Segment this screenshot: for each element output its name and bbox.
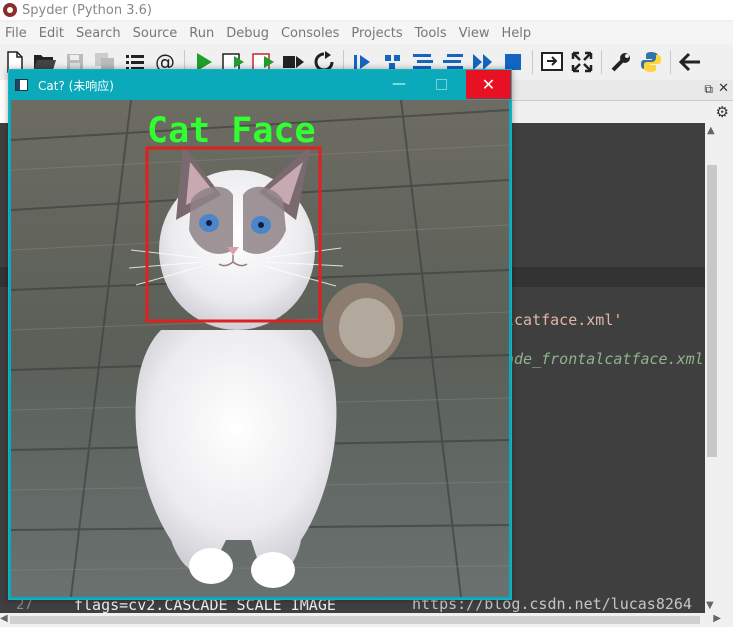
toolbar-separator (532, 50, 533, 74)
close-button[interactable]: ✕ (466, 70, 511, 99)
scroll-left-icon[interactable]: ◀ (0, 613, 8, 624)
window-title: Spyder (Python 3.6) (22, 2, 152, 18)
python-icon[interactable] (638, 49, 664, 75)
menu-run[interactable]: Run (183, 26, 220, 41)
scroll-thumb[interactable] (707, 165, 717, 457)
menu-view[interactable]: View (453, 26, 496, 41)
menu-projects[interactable]: Projects (345, 26, 408, 41)
menubar: File Edit Search Source Run Debug Consol… (0, 22, 733, 44)
cat-image: Cat Face (11, 100, 509, 597)
scroll-down-icon[interactable]: ▼ (706, 600, 714, 611)
scroll-right-icon[interactable]: ▶ (713, 613, 721, 624)
code-line: ade_frontalcatface.xml (505, 350, 704, 368)
toolbar-separator (670, 50, 671, 74)
maximize-icon (435, 78, 447, 90)
menu-debug[interactable]: Debug (220, 26, 275, 41)
fullscreen-icon[interactable] (569, 49, 595, 75)
code-line: lcatface.xml' (505, 311, 623, 329)
main-titlebar: Spyder (Python 3.6) (0, 0, 733, 20)
menu-source[interactable]: Source (127, 26, 184, 41)
window-icon (15, 79, 28, 91)
menu-tools[interactable]: Tools (409, 26, 453, 41)
detection-label: Cat Face (147, 111, 316, 151)
menu-help[interactable]: Help (496, 26, 538, 41)
editor-toolbar: ⚙ (510, 101, 733, 123)
minimize-button[interactable]: — (385, 73, 413, 95)
gear-icon[interactable]: ⚙ (716, 103, 729, 121)
maximize-button[interactable] (427, 73, 455, 95)
editor-horizontal-scrollbar[interactable]: ◀ ▶ (0, 613, 733, 627)
menu-edit[interactable]: Edit (33, 26, 70, 41)
cat-window-title: Cat? (未响应) (38, 79, 114, 93)
dock-close-icon[interactable]: ✕ (718, 81, 729, 96)
toolbar-separator (601, 50, 602, 74)
scroll-up-icon[interactable]: ▲ (707, 125, 715, 136)
maximize-pane-icon[interactable] (539, 49, 565, 75)
wrench-icon[interactable] (608, 49, 634, 75)
back-arrow-icon[interactable] (677, 49, 703, 75)
undock-icon[interactable]: ⧉ (704, 82, 713, 97)
hscroll-thumb[interactable] (10, 616, 700, 624)
menu-file[interactable]: File (0, 26, 33, 41)
spyder-icon (3, 3, 17, 17)
menu-consoles[interactable]: Consoles (275, 26, 345, 41)
cat-image-window: Cat? (未响应) — ✕ Cat Face (8, 69, 512, 600)
editor-vertical-scrollbar[interactable]: ▲ ▼ (705, 123, 733, 613)
editor-dock-header: ⧉ ✕ (510, 80, 733, 101)
menu-search[interactable]: Search (70, 26, 127, 41)
cat-window-titlebar[interactable]: Cat? (未响应) — ✕ (9, 70, 511, 99)
